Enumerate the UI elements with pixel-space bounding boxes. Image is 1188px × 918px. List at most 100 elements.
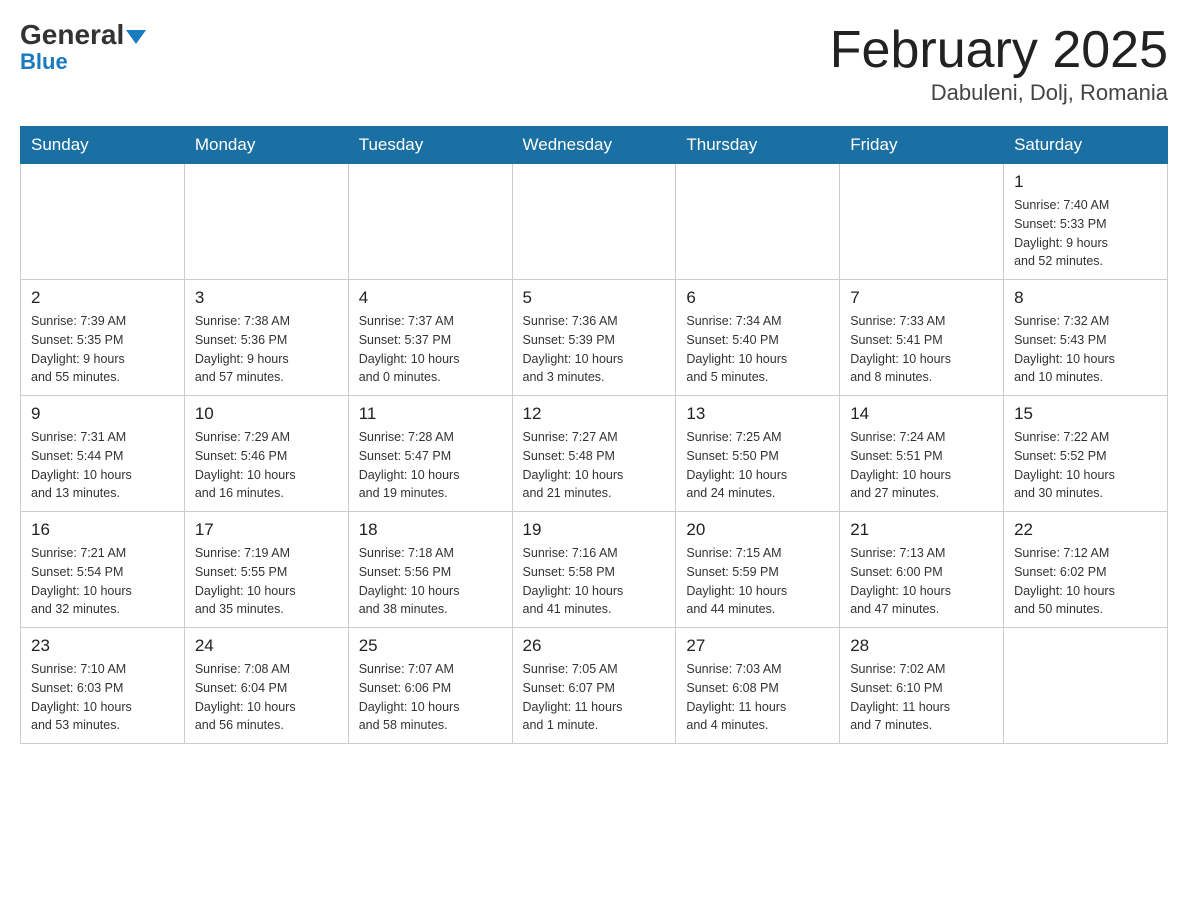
day-number: 26 [523,636,666,656]
day-number: 5 [523,288,666,308]
day-number: 7 [850,288,993,308]
day-info: Sunrise: 7:27 AM Sunset: 5:48 PM Dayligh… [523,428,666,503]
day-number: 12 [523,404,666,424]
day-number: 16 [31,520,174,540]
calendar-cell: 8 Sunrise: 7:32 AM Sunset: 5:43 PM Daylig… [1004,280,1168,396]
week-row-5: 23Sunrise: 7:10 AM Sunset: 6:03 PM Dayli… [21,628,1168,744]
calendar-table: SundayMondayTuesdayWednesdayThursdayFrid… [20,126,1168,744]
calendar-cell: 15 Sunrise: 7:22 AM Sunset: 5:52 PM Dayli… [1004,396,1168,512]
day-info: Sunrise: 7:29 AM Sunset: 5:46 PM Dayligh… [195,428,338,503]
calendar-cell [840,164,1004,280]
week-row-1: 1 Sunrise: 7:40 AM Sunset: 5:33 PM Daylig… [21,164,1168,280]
day-info: Sunrise: 7:34 AM Sunset: 5:40 PM Dayligh… [686,312,829,387]
calendar-cell: 23Sunrise: 7:10 AM Sunset: 6:03 PM Dayli… [21,628,185,744]
month-title: February 2025 [830,20,1168,80]
calendar-cell: 7 Sunrise: 7:33 AM Sunset: 5:41 PM Daylig… [840,280,1004,396]
day-info: Sunrise: 7:31 AM Sunset: 5:44 PM Dayligh… [31,428,174,503]
day-info: Sunrise: 7:13 AM Sunset: 6:00 PM Dayligh… [850,544,993,619]
day-number: 19 [523,520,666,540]
day-info: Sunrise: 7:36 AM Sunset: 5:39 PM Dayligh… [523,312,666,387]
logo-triangle-icon [126,30,146,44]
weekday-header-sunday: Sunday [21,127,185,164]
week-row-2: 2 Sunrise: 7:39 AM Sunset: 5:35 PM Daylig… [21,280,1168,396]
day-info: Sunrise: 7:39 AM Sunset: 5:35 PM Dayligh… [31,312,174,387]
day-info: Sunrise: 7:40 AM Sunset: 5:33 PM Dayligh… [1014,196,1157,271]
title-block: February 2025 Dabuleni, Dolj, Romania [830,20,1168,106]
day-info: Sunrise: 7:21 AM Sunset: 5:54 PM Dayligh… [31,544,174,619]
weekday-header-tuesday: Tuesday [348,127,512,164]
day-info: Sunrise: 7:32 AM Sunset: 5:43 PM Dayligh… [1014,312,1157,387]
day-info: Sunrise: 7:16 AM Sunset: 5:58 PM Dayligh… [523,544,666,619]
calendar-cell: 19 Sunrise: 7:16 AM Sunset: 5:58 PM Dayli… [512,512,676,628]
weekday-header-thursday: Thursday [676,127,840,164]
weekday-header-row: SundayMondayTuesdayWednesdayThursdayFrid… [21,127,1168,164]
week-row-4: 16 Sunrise: 7:21 AM Sunset: 5:54 PM Dayli… [21,512,1168,628]
day-number: 4 [359,288,502,308]
day-info: Sunrise: 7:18 AM Sunset: 5:56 PM Dayligh… [359,544,502,619]
calendar-cell: 24 Sunrise: 7:08 AM Sunset: 6:04 PM Dayli… [184,628,348,744]
logo: General Blue [20,20,146,75]
day-info: Sunrise: 7:03 AM Sunset: 6:08 PM Dayligh… [686,660,829,735]
day-number: 18 [359,520,502,540]
calendar-cell: 11 Sunrise: 7:28 AM Sunset: 5:47 PM Dayli… [348,396,512,512]
day-number: 28 [850,636,993,656]
calendar-cell: 6 Sunrise: 7:34 AM Sunset: 5:40 PM Daylig… [676,280,840,396]
day-number: 13 [686,404,829,424]
calendar-cell: 9 Sunrise: 7:31 AM Sunset: 5:44 PM Daylig… [21,396,185,512]
day-info: Sunrise: 7:08 AM Sunset: 6:04 PM Dayligh… [195,660,338,735]
calendar-cell: 4Sunrise: 7:37 AM Sunset: 5:37 PM Daylig… [348,280,512,396]
day-info: Sunrise: 7:05 AM Sunset: 6:07 PM Dayligh… [523,660,666,735]
calendar-cell: 28 Sunrise: 7:02 AM Sunset: 6:10 PM Dayli… [840,628,1004,744]
day-info: Sunrise: 7:33 AM Sunset: 5:41 PM Dayligh… [850,312,993,387]
calendar-cell: 25Sunrise: 7:07 AM Sunset: 6:06 PM Dayli… [348,628,512,744]
day-number: 9 [31,404,174,424]
day-number: 25 [359,636,502,656]
calendar-cell: 12 Sunrise: 7:27 AM Sunset: 5:48 PM Dayli… [512,396,676,512]
day-number: 15 [1014,404,1157,424]
logo-line2: Blue [20,49,68,75]
weekday-header-monday: Monday [184,127,348,164]
calendar-cell: 5 Sunrise: 7:36 AM Sunset: 5:39 PM Daylig… [512,280,676,396]
weekday-header-friday: Friday [840,127,1004,164]
calendar-cell: 26 Sunrise: 7:05 AM Sunset: 6:07 PM Dayli… [512,628,676,744]
day-info: Sunrise: 7:10 AM Sunset: 6:03 PM Dayligh… [31,660,174,735]
calendar-cell [184,164,348,280]
day-number: 27 [686,636,829,656]
calendar-cell: 10 Sunrise: 7:29 AM Sunset: 5:46 PM Dayli… [184,396,348,512]
day-number: 17 [195,520,338,540]
day-number: 8 [1014,288,1157,308]
day-number: 24 [195,636,338,656]
calendar-cell: 1 Sunrise: 7:40 AM Sunset: 5:33 PM Daylig… [1004,164,1168,280]
day-info: Sunrise: 7:02 AM Sunset: 6:10 PM Dayligh… [850,660,993,735]
calendar-cell [512,164,676,280]
day-number: 10 [195,404,338,424]
day-info: Sunrise: 7:38 AM Sunset: 5:36 PM Dayligh… [195,312,338,387]
calendar-cell: 21Sunrise: 7:13 AM Sunset: 6:00 PM Dayli… [840,512,1004,628]
day-number: 6 [686,288,829,308]
day-number: 3 [195,288,338,308]
day-info: Sunrise: 7:15 AM Sunset: 5:59 PM Dayligh… [686,544,829,619]
location: Dabuleni, Dolj, Romania [830,80,1168,106]
calendar-cell [21,164,185,280]
calendar-cell: 14Sunrise: 7:24 AM Sunset: 5:51 PM Dayli… [840,396,1004,512]
day-info: Sunrise: 7:12 AM Sunset: 6:02 PM Dayligh… [1014,544,1157,619]
day-number: 11 [359,404,502,424]
day-number: 1 [1014,172,1157,192]
page-header: General Blue February 2025 Dabuleni, Dol… [20,20,1168,106]
day-info: Sunrise: 7:25 AM Sunset: 5:50 PM Dayligh… [686,428,829,503]
calendar-cell: 2 Sunrise: 7:39 AM Sunset: 5:35 PM Daylig… [21,280,185,396]
day-info: Sunrise: 7:22 AM Sunset: 5:52 PM Dayligh… [1014,428,1157,503]
day-info: Sunrise: 7:28 AM Sunset: 5:47 PM Dayligh… [359,428,502,503]
day-info: Sunrise: 7:19 AM Sunset: 5:55 PM Dayligh… [195,544,338,619]
weekday-header-wednesday: Wednesday [512,127,676,164]
calendar-cell [1004,628,1168,744]
week-row-3: 9 Sunrise: 7:31 AM Sunset: 5:44 PM Daylig… [21,396,1168,512]
day-number: 2 [31,288,174,308]
calendar-cell: 17 Sunrise: 7:19 AM Sunset: 5:55 PM Dayli… [184,512,348,628]
calendar-cell: 13 Sunrise: 7:25 AM Sunset: 5:50 PM Dayli… [676,396,840,512]
logo-line1: General [20,20,146,51]
calendar-cell: 16 Sunrise: 7:21 AM Sunset: 5:54 PM Dayli… [21,512,185,628]
calendar-cell: 27 Sunrise: 7:03 AM Sunset: 6:08 PM Dayli… [676,628,840,744]
day-number: 20 [686,520,829,540]
calendar-cell [676,164,840,280]
